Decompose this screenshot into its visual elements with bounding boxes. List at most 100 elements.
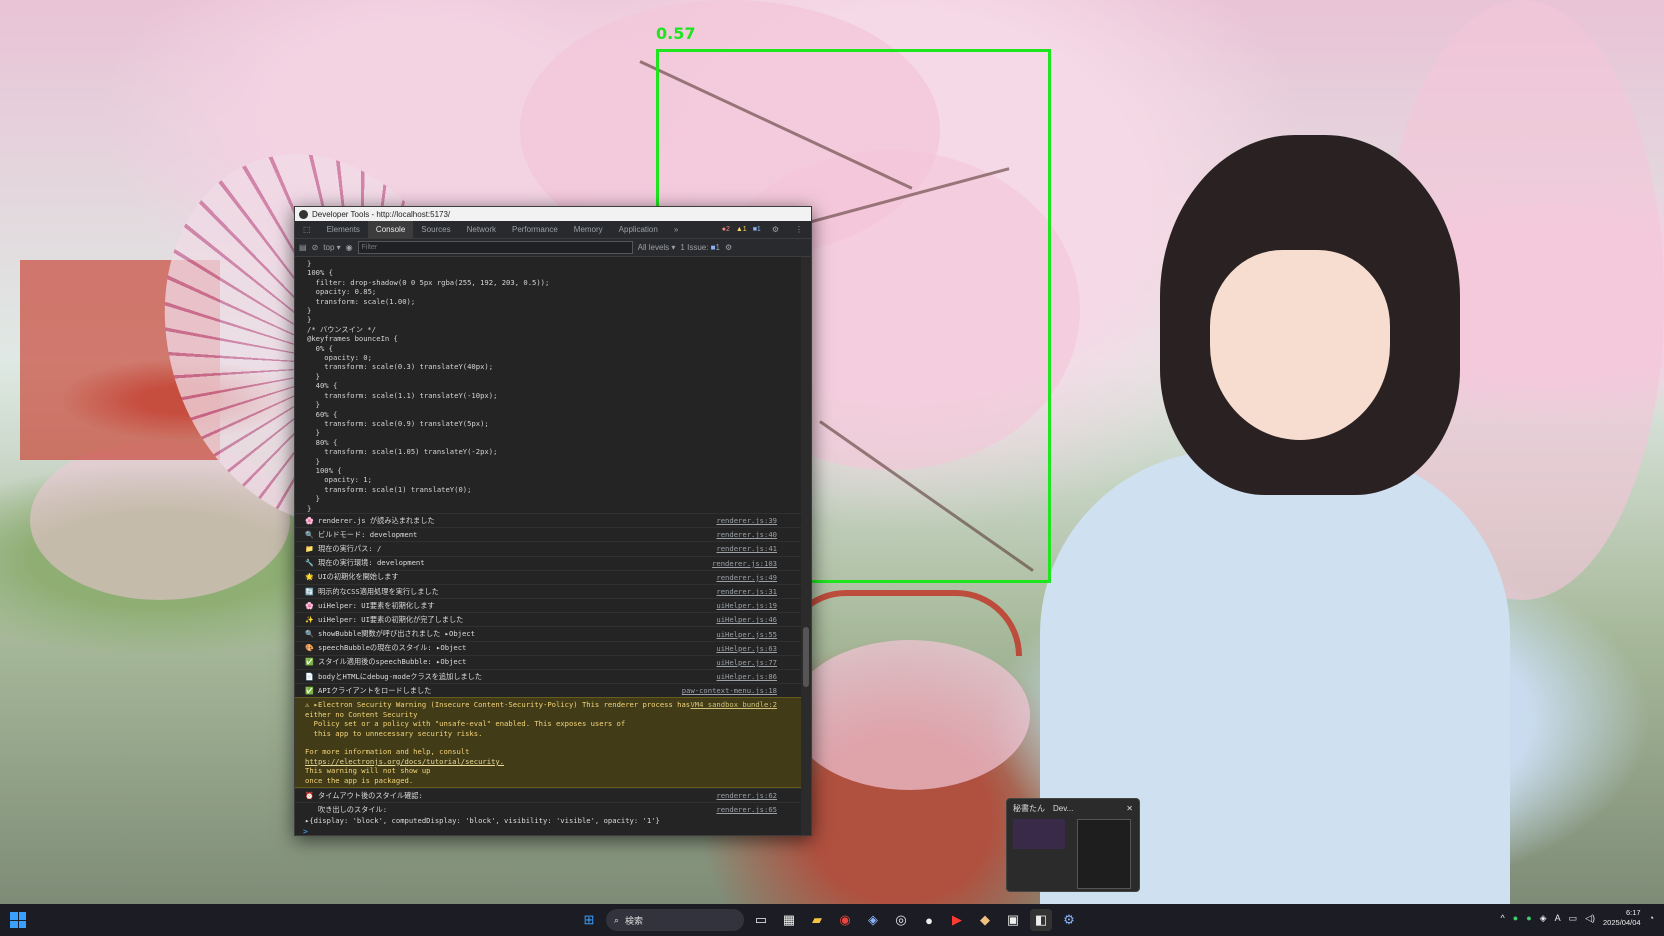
steam-icon[interactable]: ◈ — [862, 909, 884, 931]
warning-icon: ⚠ — [305, 700, 310, 710]
log-emoji-icon: 🌟 — [305, 573, 314, 582]
preview-thumbnail-app[interactable] — [1013, 819, 1065, 849]
console-log-row: 📁 現在の実行パス: / renderer.js:41 — [295, 541, 801, 555]
log-emoji-icon: 📄 — [305, 672, 314, 681]
widgets-icon[interactable] — [10, 912, 26, 928]
preview-tab-devtools[interactable]: Dev... — [1053, 804, 1073, 813]
youtube-icon[interactable]: ▶ — [946, 909, 968, 931]
log-levels-dropdown[interactable]: All levels ▾ — [638, 243, 676, 252]
context-selector[interactable]: top ▾ — [323, 243, 340, 252]
log-message: uiHelper: UI要素を初期化します — [318, 600, 435, 610]
kebab-menu-icon[interactable]: ⋮ — [787, 221, 811, 238]
log-message: 現在の実行パス: / — [318, 543, 382, 553]
scrollbar-thumb[interactable] — [803, 627, 809, 687]
console-scrollbar[interactable] — [801, 257, 811, 835]
notification-bell-icon[interactable]: ◔ — [1649, 913, 1654, 923]
github-icon[interactable]: ● — [918, 909, 940, 931]
log-source-link[interactable]: renderer.js:62 — [716, 791, 777, 800]
log-message: UIの初期化を開始します — [318, 572, 399, 582]
inspect-icon[interactable]: ⬚ — [295, 221, 319, 238]
log-emoji-icon: 🔍 — [305, 630, 314, 639]
close-icon[interactable]: ✕ — [1126, 804, 1133, 813]
windows-start-icon[interactable]: ⊞ — [578, 909, 600, 931]
tab-network[interactable]: Network — [459, 221, 504, 238]
more-tabs-icon[interactable]: » — [666, 221, 686, 238]
tray-steam-icon[interactable]: ◈ — [1540, 913, 1547, 924]
warning-count-badge[interactable]: ▲1 — [733, 226, 750, 233]
error-count-badge[interactable]: ●2 — [719, 226, 733, 233]
settings-gear-icon[interactable]: ⚙ — [764, 221, 787, 238]
clock[interactable]: 6:17 2025/04/04 — [1603, 908, 1641, 928]
red-bridge — [780, 590, 1022, 656]
electron-app-icon[interactable]: ◧ — [1030, 909, 1052, 931]
tray-app-icon-2[interactable]: ● — [1526, 913, 1531, 923]
log-source-link[interactable]: renderer.js:65 — [716, 805, 777, 814]
log-source-link[interactable]: renderer.js:40 — [716, 530, 777, 539]
cursor-app-icon[interactable]: ◆ — [974, 909, 996, 931]
photos-icon[interactable]: ▦ — [778, 909, 800, 931]
log-source-link[interactable]: uiHelper.js:19 — [716, 601, 777, 610]
devtools-tabbar: ⬚ Elements Console Sources Network Perfo… — [295, 221, 811, 239]
warning-source-link[interactable]: VM4 sandbox_bundle:2 — [690, 700, 777, 709]
devtools-window[interactable]: Developer Tools - http://localhost:5173/… — [294, 206, 812, 836]
log-message: renderer.js が読み込まれました — [318, 515, 435, 525]
taskbar-window-preview[interactable]: 秘書たん Dev... ✕ — [1006, 798, 1140, 892]
log-emoji-icon: 🔄 — [305, 587, 314, 596]
log-source-link[interactable]: renderer.js:39 — [716, 516, 777, 525]
log-source-link[interactable]: uiHelper.js:55 — [716, 630, 777, 639]
app-icon[interactable]: ◎ — [890, 909, 912, 931]
preview-thumbnail-devtools[interactable] — [1077, 819, 1131, 889]
log-emoji-icon: ✨ — [305, 615, 314, 624]
log-source-link[interactable]: renderer.js:31 — [716, 587, 777, 596]
tab-elements[interactable]: Elements — [319, 221, 368, 238]
terminal-icon[interactable]: ▣ — [1002, 909, 1024, 931]
task-view-icon[interactable]: ▭ — [750, 909, 772, 931]
chrome-icon[interactable]: ◉ — [834, 909, 856, 931]
devtools-titlebar[interactable]: Developer Tools - http://localhost:5173/ — [295, 207, 811, 221]
detection-score: 0.57 — [656, 24, 696, 43]
preview-tab-secretary[interactable]: 秘書たん — [1013, 803, 1045, 814]
tray-app-icon[interactable]: ● — [1513, 913, 1518, 923]
console-log-row: ⏰ タイムアウト後のスタイル確認: renderer.js:62 — [295, 788, 801, 802]
log-source-link[interactable]: uiHelper.js:46 — [716, 615, 777, 624]
clear-console-icon[interactable]: ⊘ — [312, 243, 319, 252]
chevron-up-icon[interactable]: ^ — [1501, 913, 1505, 923]
tab-performance[interactable]: Performance — [504, 221, 566, 238]
log-source-link[interactable]: renderer.js:103 — [712, 559, 777, 568]
log-source-link[interactable]: paw-context-menu.js:18 — [682, 686, 777, 695]
console-settings-gear-icon[interactable]: ⚙ — [725, 243, 732, 252]
log-source-link[interactable]: uiHelper.js:86 — [716, 672, 777, 681]
file-explorer-icon[interactable]: ▰ — [806, 909, 828, 931]
log-message: 吹き出しのスタイル: — [318, 804, 388, 814]
issues-button[interactable]: 1 Issue: ■1 — [680, 243, 720, 252]
eye-icon[interactable]: ◉ — [346, 243, 353, 252]
tab-application[interactable]: Application — [611, 221, 666, 238]
window-title: Developer Tools - http://localhost:5173/ — [312, 209, 451, 219]
log-emoji-icon: 🔍 — [305, 530, 314, 539]
log-source-link[interactable]: uiHelper.js:63 — [716, 644, 777, 653]
log-emoji-icon: ✅ — [305, 686, 314, 695]
log-source-link[interactable]: renderer.js:41 — [716, 544, 777, 553]
log-message: ビルドモード: development — [318, 529, 418, 539]
console-prompt[interactable]: > — [295, 826, 801, 835]
network-icon[interactable]: ▭ — [1569, 913, 1578, 924]
tab-sources[interactable]: Sources — [413, 221, 458, 238]
sidebar-toggle-icon[interactable]: ▤ — [299, 243, 307, 252]
tab-console[interactable]: Console — [367, 221, 414, 238]
security-docs-link[interactable]: https://electronjs.org/docs/tutorial/sec… — [305, 757, 504, 766]
taskbar-search[interactable]: ⌕ 検索 — [606, 909, 744, 931]
warning-text[interactable]: ▸Electron Security Warning (Insecure Con… — [305, 700, 690, 756]
tab-memory[interactable]: Memory — [566, 221, 611, 238]
taskbar: ⊞ ⌕ 検索 ▭ ▦ ▰ ◉ ◈ ◎ ● ▶ ◆ ▣ ◧ ⚙ ^ ● ● ◈ A … — [0, 904, 1664, 936]
log-source-link[interactable]: renderer.js:49 — [716, 573, 777, 582]
console-log-row: ✅ APIクライアントをロードしました paw-context-menu.js:18 — [295, 683, 801, 697]
search-icon: ⌕ — [614, 914, 620, 925]
log-source-link[interactable]: uiHelper.js:77 — [716, 658, 777, 667]
console-log-row: ✅ スタイル適用後のspeechBubble: ▸Object uiHelper.j… — [295, 654, 801, 669]
object-preview[interactable]: ▸{display: 'block', computedDisplay: 'bl… — [295, 816, 801, 825]
volume-icon[interactable]: ◁) — [1585, 913, 1595, 924]
ime-indicator[interactable]: A — [1555, 913, 1561, 923]
devtools-gear-icon[interactable]: ⚙ — [1058, 909, 1080, 931]
message-count-badge[interactable]: ■1 — [750, 226, 764, 233]
filter-input[interactable]: Filter — [357, 241, 633, 254]
